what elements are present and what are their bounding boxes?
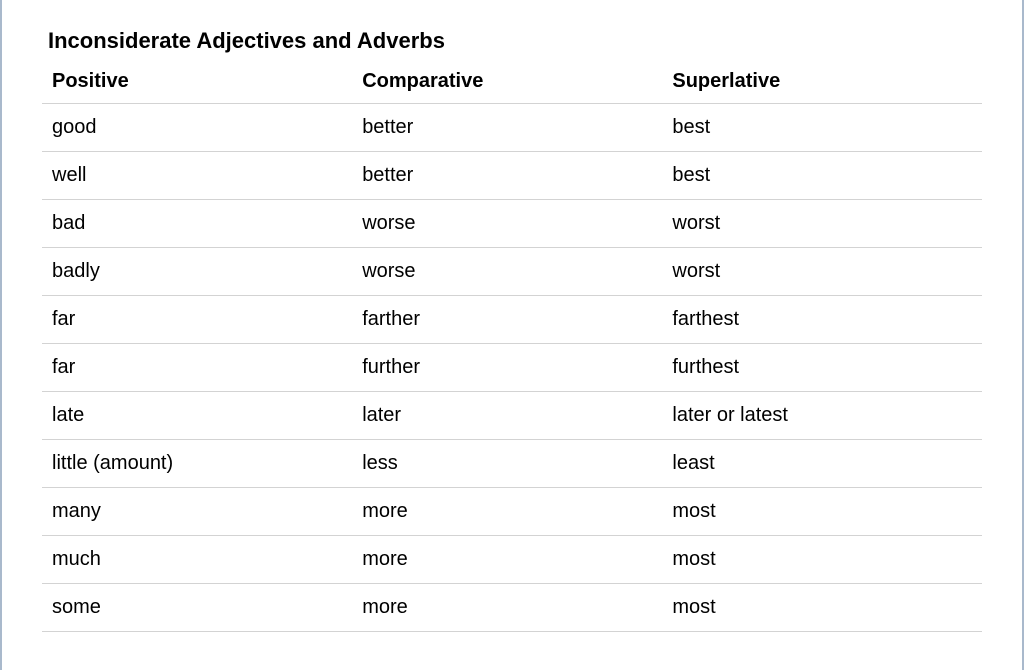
cell-positive: some <box>42 584 352 632</box>
table-row: badly worse worst <box>42 248 982 296</box>
table-row: many more most <box>42 488 982 536</box>
table-row: little (amount) less least <box>42 440 982 488</box>
col-superlative: Superlative <box>662 60 982 104</box>
table-row: well better best <box>42 152 982 200</box>
cell-superlative: best <box>662 104 982 152</box>
page-frame: Inconsiderate Adjectives and Adverbs Pos… <box>0 0 1024 670</box>
table-row: much more most <box>42 536 982 584</box>
table-row: far further furthest <box>42 344 982 392</box>
adjectives-table: Positive Comparative Superlative good be… <box>42 60 982 632</box>
cell-superlative: worst <box>662 248 982 296</box>
cell-comparative: later <box>352 392 662 440</box>
cell-comparative: more <box>352 536 662 584</box>
cell-superlative: farthest <box>662 296 982 344</box>
cell-superlative: least <box>662 440 982 488</box>
table-row: far farther farthest <box>42 296 982 344</box>
table-row: late later later or latest <box>42 392 982 440</box>
cell-comparative: worse <box>352 248 662 296</box>
cell-superlative: most <box>662 536 982 584</box>
cell-positive: many <box>42 488 352 536</box>
cell-comparative: farther <box>352 296 662 344</box>
cell-comparative: better <box>352 152 662 200</box>
cell-positive: good <box>42 104 352 152</box>
cell-comparative: less <box>352 440 662 488</box>
cell-superlative: worst <box>662 200 982 248</box>
col-comparative: Comparative <box>352 60 662 104</box>
table-row: bad worse worst <box>42 200 982 248</box>
cell-superlative: furthest <box>662 344 982 392</box>
cell-comparative: more <box>352 488 662 536</box>
cell-positive: badly <box>42 248 352 296</box>
cell-positive: far <box>42 344 352 392</box>
cell-superlative: most <box>662 584 982 632</box>
table-header-row: Positive Comparative Superlative <box>42 60 982 104</box>
table-title: Inconsiderate Adjectives and Adverbs <box>42 28 982 54</box>
cell-superlative: most <box>662 488 982 536</box>
cell-comparative: further <box>352 344 662 392</box>
cell-positive: well <box>42 152 352 200</box>
col-positive: Positive <box>42 60 352 104</box>
cell-positive: much <box>42 536 352 584</box>
cell-comparative: worse <box>352 200 662 248</box>
cell-positive: far <box>42 296 352 344</box>
table-row: good better best <box>42 104 982 152</box>
cell-superlative: best <box>662 152 982 200</box>
cell-comparative: better <box>352 104 662 152</box>
table-row: some more most <box>42 584 982 632</box>
cell-superlative: later or latest <box>662 392 982 440</box>
cell-positive: bad <box>42 200 352 248</box>
cell-positive: little (amount) <box>42 440 352 488</box>
cell-comparative: more <box>352 584 662 632</box>
cell-positive: late <box>42 392 352 440</box>
